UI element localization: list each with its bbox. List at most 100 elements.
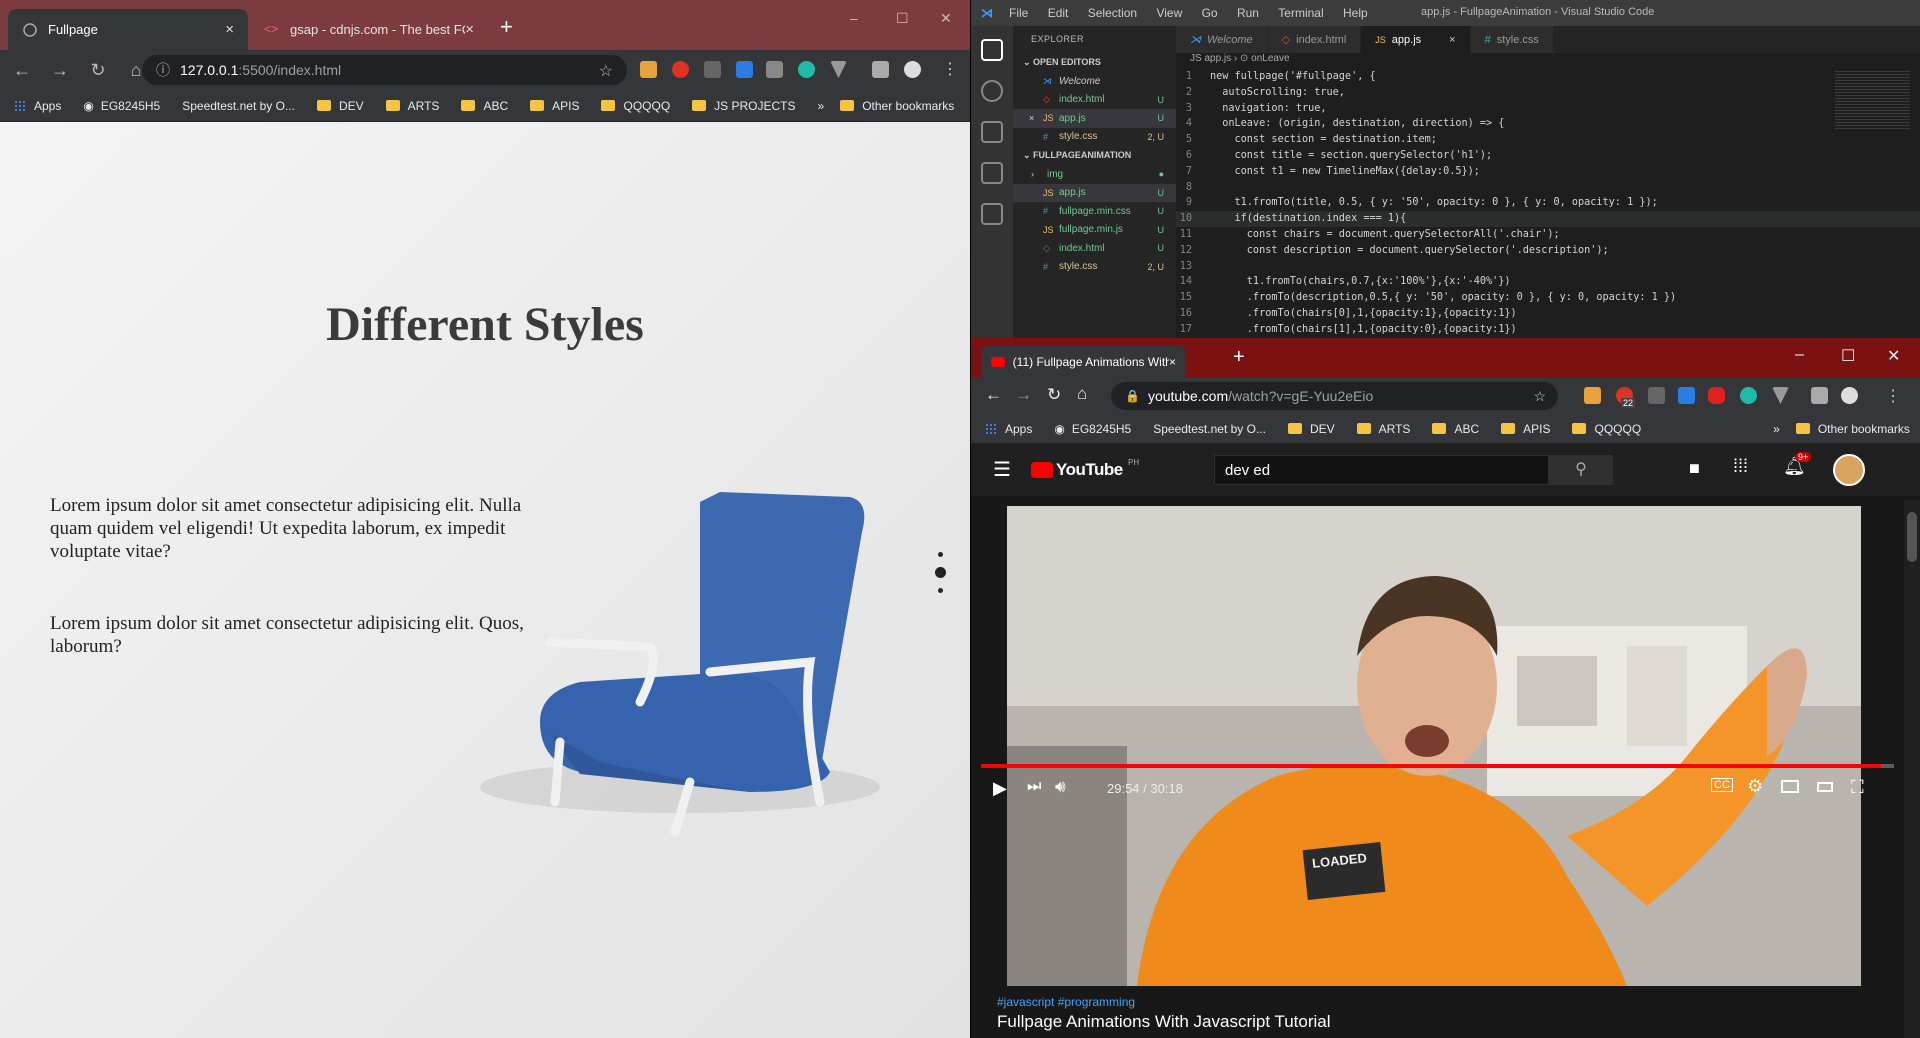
new-tab-button[interactable]: + — [500, 14, 513, 40]
code-line[interactable]: 10 if(destination.index === 1){ — [1176, 211, 1920, 227]
settings-gear-icon[interactable]: ⚙ — [1747, 776, 1763, 797]
tab-youtube[interactable]: (11) Fullpage Animations With Ja × — [981, 346, 1186, 378]
tab-close-icon[interactable]: × — [1169, 355, 1176, 369]
project-header[interactable]: ⌄ FULLPAGEANIMATION — [1013, 146, 1176, 165]
search-button[interactable]: ⚲ — [1549, 455, 1613, 485]
menu-selection[interactable]: Selection — [1088, 6, 1137, 20]
bookmark-folder[interactable]: ARTS — [385, 99, 439, 113]
bookmark-item[interactable]: ◉ EG8245H5 — [1054, 422, 1131, 436]
video-player[interactable]: LOADED — [1007, 506, 1861, 986]
maximize-button[interactable]: ☐ — [1841, 346, 1855, 366]
extension-icon[interactable] — [736, 61, 753, 78]
bookmark-folder[interactable]: ABC — [1432, 422, 1479, 436]
code-line[interactable]: 6 const title = section.querySelector('h… — [1176, 148, 1920, 164]
media-icon[interactable] — [872, 61, 889, 78]
avatar[interactable] — [1833, 454, 1865, 486]
forward-arrow-icon[interactable]: → — [1015, 385, 1032, 405]
code-line[interactable]: 7 const t1 = new TimelineMax({delay:0.5}… — [1176, 164, 1920, 180]
code-line[interactable]: 12 const description = document.querySel… — [1176, 243, 1920, 259]
extension-icon[interactable] — [1678, 387, 1695, 404]
nav-dot[interactable] — [938, 588, 943, 593]
fullscreen-icon[interactable]: ⛶ — [1851, 777, 1864, 798]
vue-devtools-icon[interactable] — [1772, 387, 1789, 404]
code-area[interactable]: 1 new fullpage('#fullpage', {2 autoScroll… — [1176, 69, 1920, 338]
bookmark-item[interactable]: Speedtest.net by O... — [1153, 422, 1266, 436]
menu-terminal[interactable]: Terminal — [1278, 6, 1323, 20]
code-line[interactable]: 2 autoScrolling: true, — [1176, 85, 1920, 101]
minimize-button[interactable]: – — [850, 10, 858, 26]
search-input[interactable]: dev ed — [1214, 455, 1549, 485]
next-icon[interactable]: ⏭ — [1027, 778, 1041, 796]
close-icon[interactable]: × — [1449, 34, 1455, 46]
menu-dots-icon[interactable]: ⋮ — [942, 59, 958, 79]
bookmark-item[interactable]: ◉ EG8245H5 — [83, 99, 160, 113]
extension-icon[interactable] — [640, 61, 657, 78]
editor-tab-index[interactable]: ◇ index.html — [1267, 26, 1362, 53]
address-bar[interactable]: ⓘ 127.0.0.1 :5500/index.html ☆ — [142, 55, 627, 85]
extension-icon[interactable] — [766, 61, 783, 78]
code-line[interactable]: 8 — [1176, 180, 1920, 196]
extension-icon[interactable] — [704, 61, 721, 78]
files-icon[interactable] — [981, 39, 1003, 61]
menu-go[interactable]: Go — [1202, 6, 1218, 20]
open-editors-header[interactable]: ⌄ OPEN EDITORS — [1013, 53, 1176, 72]
code-line[interactable]: 1 new fullpage('#fullpage', { — [1176, 69, 1920, 85]
close-window-button[interactable]: ✕ — [1887, 346, 1900, 366]
extension-icon[interactable] — [1708, 387, 1725, 404]
bookmark-folder[interactable]: APIS — [530, 99, 579, 113]
youtube-logo-text[interactable]: YouTube — [1056, 460, 1123, 480]
nav-dot-active[interactable] — [935, 567, 946, 578]
bookmark-other[interactable]: Other bookmarks — [1795, 422, 1910, 436]
menu-file[interactable]: File — [1009, 6, 1028, 20]
bookmark-folder[interactable]: ARTS — [1356, 422, 1410, 436]
nav-dot[interactable] — [938, 552, 943, 557]
theater-mode-icon[interactable] — [1817, 782, 1833, 792]
address-bar[interactable]: 🔒 youtube.com /watch?v=gE-Yuu2eEio ☆ — [1111, 382, 1558, 410]
menu-edit[interactable]: Edit — [1048, 6, 1069, 20]
code-line[interactable]: 14 t1.fromTo(chairs,0.7,{x:'100%'},{x:'-… — [1176, 274, 1920, 290]
run-debug-icon[interactable] — [981, 162, 1003, 184]
open-editor-item-active[interactable]: × JS app.js U — [1013, 109, 1176, 128]
create-video-icon[interactable]: ■ — [1689, 458, 1700, 479]
menu-help[interactable]: Help — [1343, 6, 1368, 20]
file-item[interactable]: # style.css 2, U — [1013, 258, 1176, 277]
bookmark-folder[interactable]: QQQQQ — [1572, 422, 1641, 436]
hamburger-menu-icon[interactable]: ☰ — [993, 457, 1011, 482]
bookmark-star-icon[interactable]: ☆ — [599, 61, 613, 81]
search-icon[interactable] — [981, 80, 1003, 102]
media-icon[interactable] — [1811, 387, 1828, 404]
apps-grid-icon[interactable]: ⁞⁞⁞ — [1733, 456, 1748, 477]
captions-icon[interactable]: CC — [1711, 778, 1733, 792]
editor-tab-style[interactable]: # style.css — [1470, 26, 1554, 53]
reload-icon[interactable]: ↻ — [82, 60, 114, 81]
avatar[interactable] — [904, 61, 921, 78]
vue-devtools-icon[interactable] — [830, 61, 847, 78]
bookmark-item[interactable]: Speedtest.net by O... — [182, 99, 295, 113]
bookmark-apps[interactable]: Apps — [985, 422, 1032, 436]
bookmark-star-icon[interactable]: ☆ — [1533, 388, 1546, 405]
editor-tab-app[interactable]: JS app.js × — [1361, 26, 1471, 53]
adblock-icon[interactable] — [672, 61, 689, 78]
back-arrow-icon[interactable]: ← — [6, 60, 38, 81]
file-item[interactable]: ◇ index.html U — [1013, 239, 1176, 258]
file-item[interactable]: # fullpage.min.css U — [1013, 202, 1176, 221]
code-line[interactable]: 5 const section = destination.item; — [1176, 132, 1920, 148]
code-line[interactable]: 16 .fromTo(chairs[0],1,{opacity:1},{opac… — [1176, 306, 1920, 322]
minimize-button[interactable]: – — [1795, 346, 1804, 364]
bookmark-folder[interactable]: JS PROJECTS — [692, 99, 796, 113]
open-editor-item[interactable]: ⋊ Welcome — [1013, 72, 1176, 91]
extension-icon[interactable] — [1648, 387, 1665, 404]
tab-close-icon[interactable]: × — [465, 21, 474, 38]
miniplayer-icon[interactable] — [1781, 780, 1799, 793]
maximize-button[interactable]: ☐ — [896, 10, 909, 27]
close-icon[interactable]: × — [1029, 113, 1039, 123]
forward-arrow-icon[interactable]: → — [44, 60, 76, 81]
volume-icon[interactable]: 🔊︎ — [1055, 777, 1066, 797]
breadcrumb[interactable]: JS app.js › ⊙ onLeave — [1176, 53, 1920, 69]
play-icon[interactable]: ▶ — [993, 778, 1007, 799]
extensions-icon[interactable] — [981, 203, 1003, 225]
scrollbar-thumb[interactable] — [1907, 512, 1917, 562]
code-line[interactable]: 9 t1.fromTo(title, 0.5, { y: '50', opaci… — [1176, 195, 1920, 211]
bookmark-folder[interactable]: DEV — [1287, 422, 1335, 436]
bookmark-folder[interactable]: ABC — [461, 99, 508, 113]
